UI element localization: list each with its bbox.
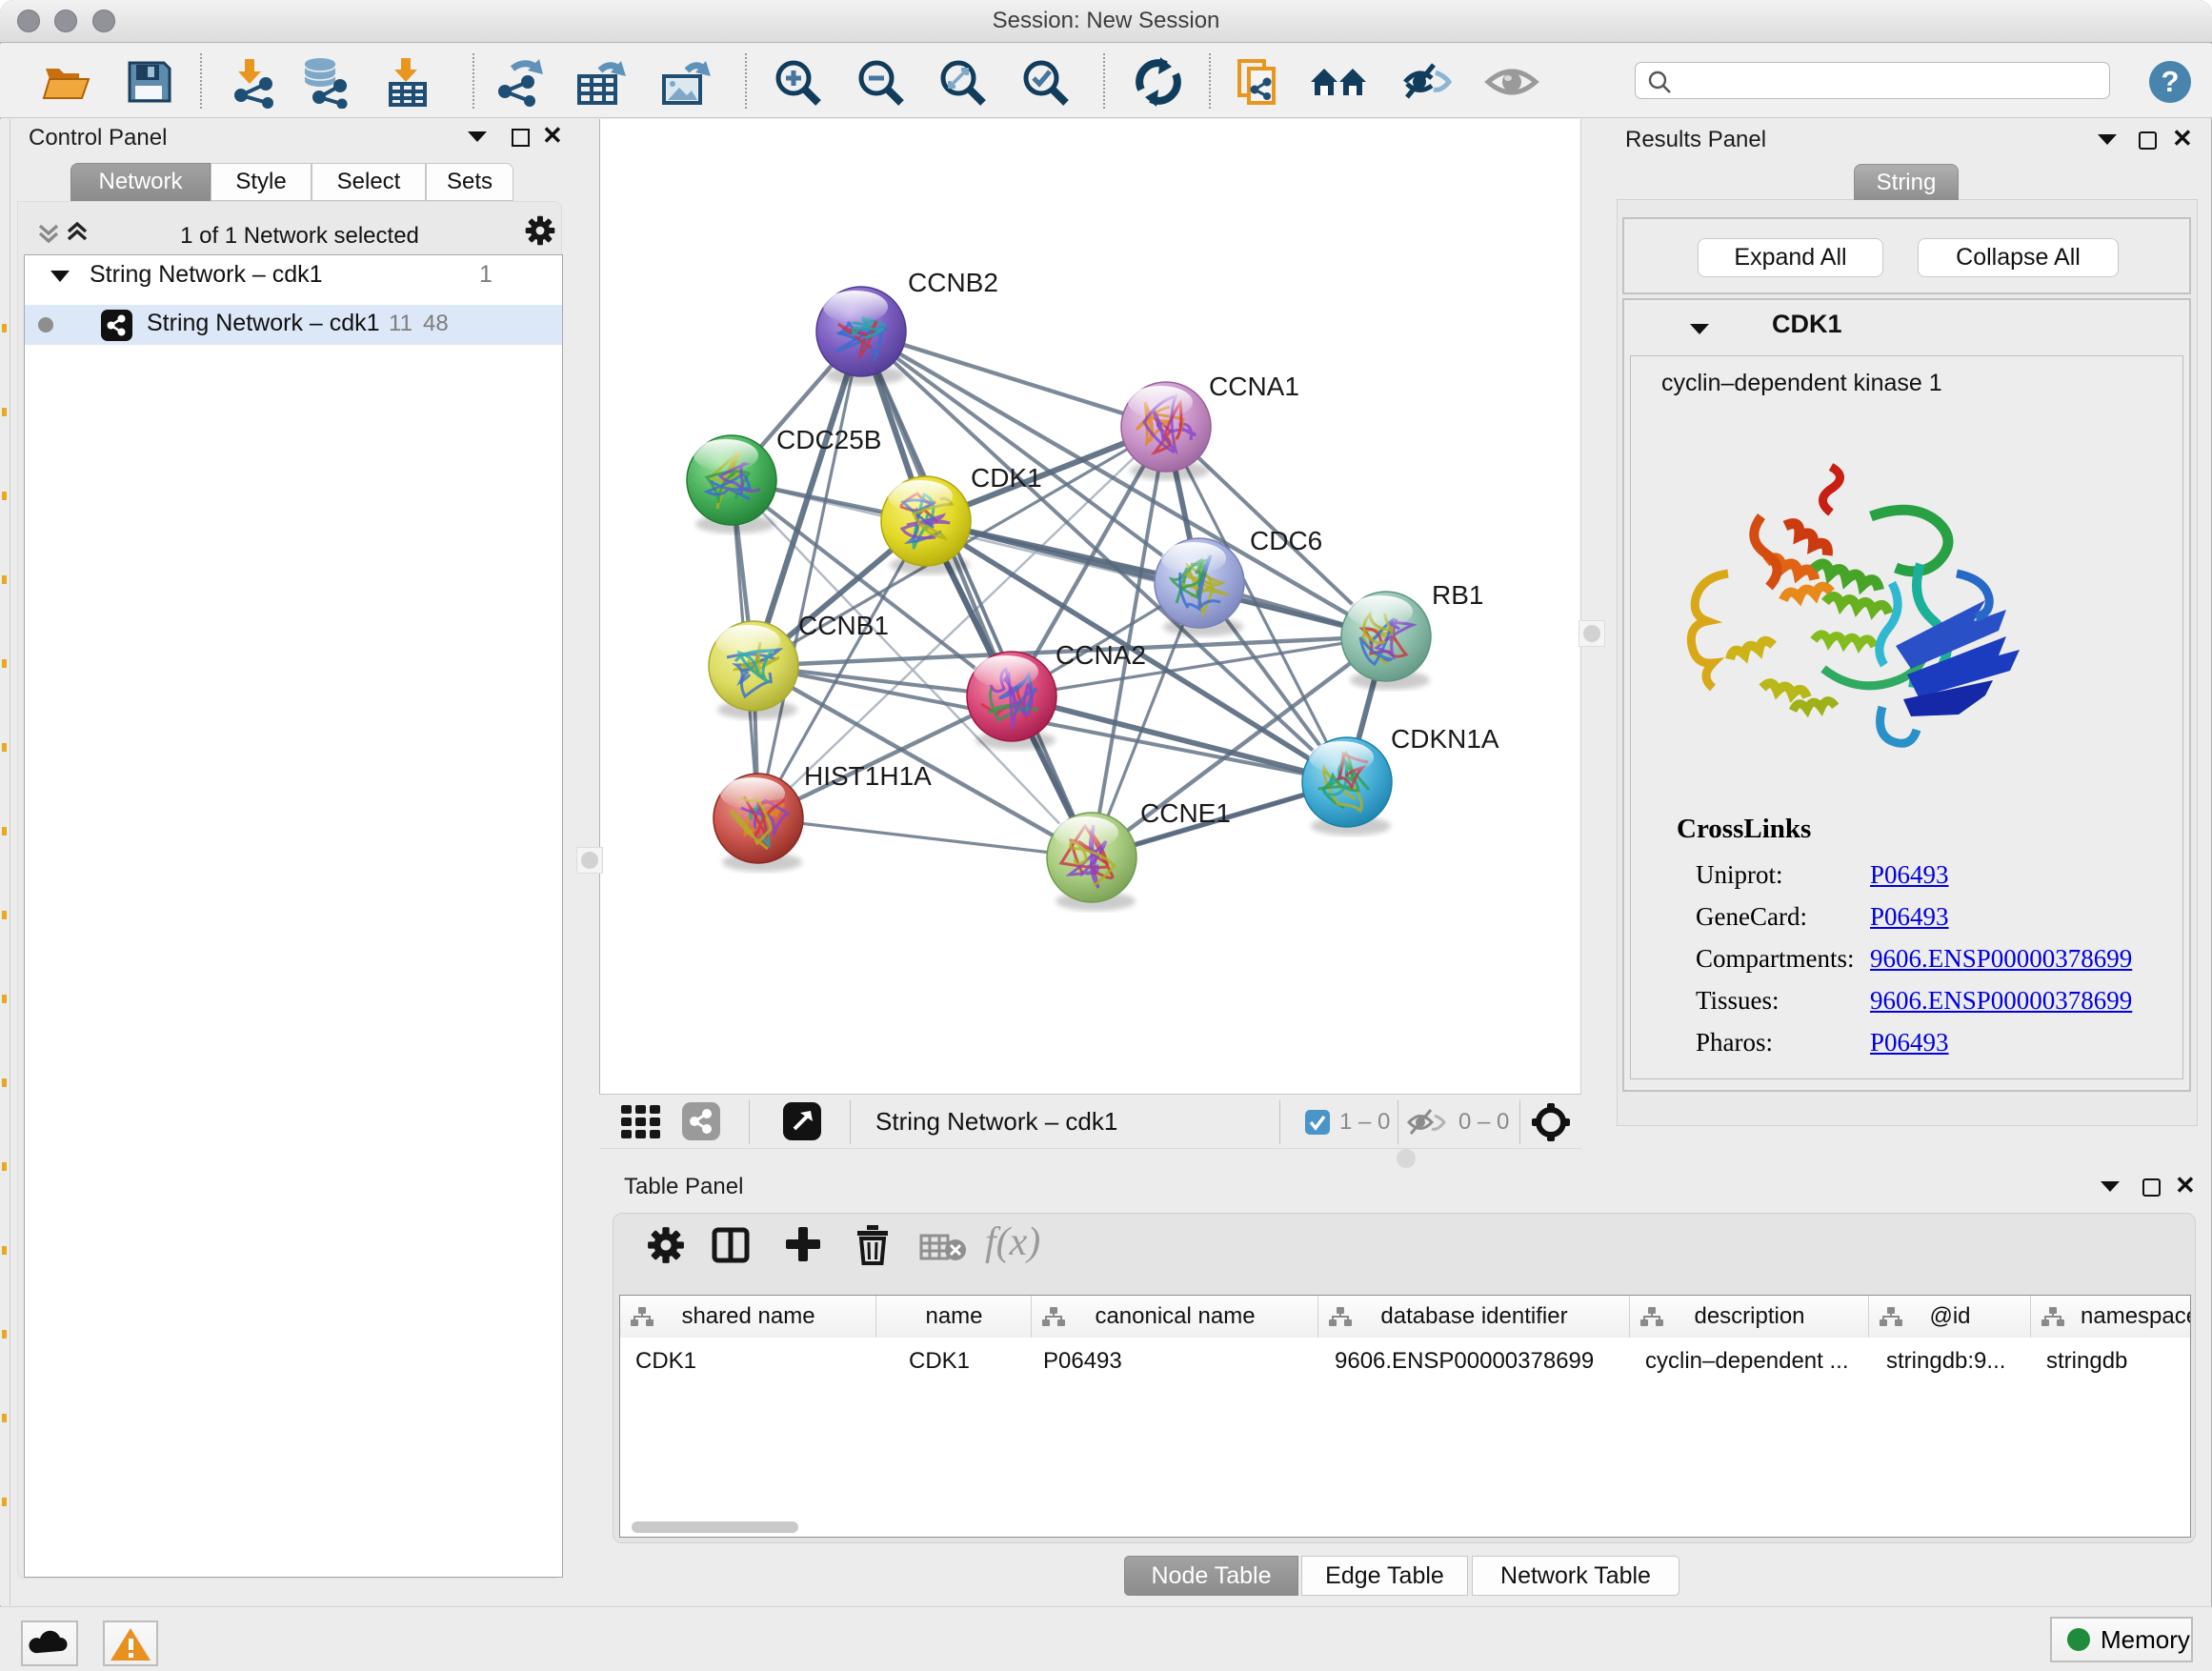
svg-text:CDC25B: CDC25B bbox=[776, 425, 881, 454]
svg-text:HIST1H1A: HIST1H1A bbox=[804, 761, 932, 791]
svg-text:CDC6: CDC6 bbox=[1250, 526, 1322, 555]
svg-text:CDK1: CDK1 bbox=[971, 463, 1042, 493]
svg-text:RB1: RB1 bbox=[1432, 580, 1483, 610]
svg-text:CDKN1A: CDKN1A bbox=[1391, 724, 1499, 754]
svg-text:CCNB1: CCNB1 bbox=[798, 611, 889, 640]
svg-text:CCNE1: CCNE1 bbox=[1140, 798, 1231, 828]
svg-text:CCNA1: CCNA1 bbox=[1209, 372, 1299, 401]
svg-text:CCNB2: CCNB2 bbox=[908, 268, 998, 297]
svg-text:CCNA2: CCNA2 bbox=[1056, 640, 1146, 670]
